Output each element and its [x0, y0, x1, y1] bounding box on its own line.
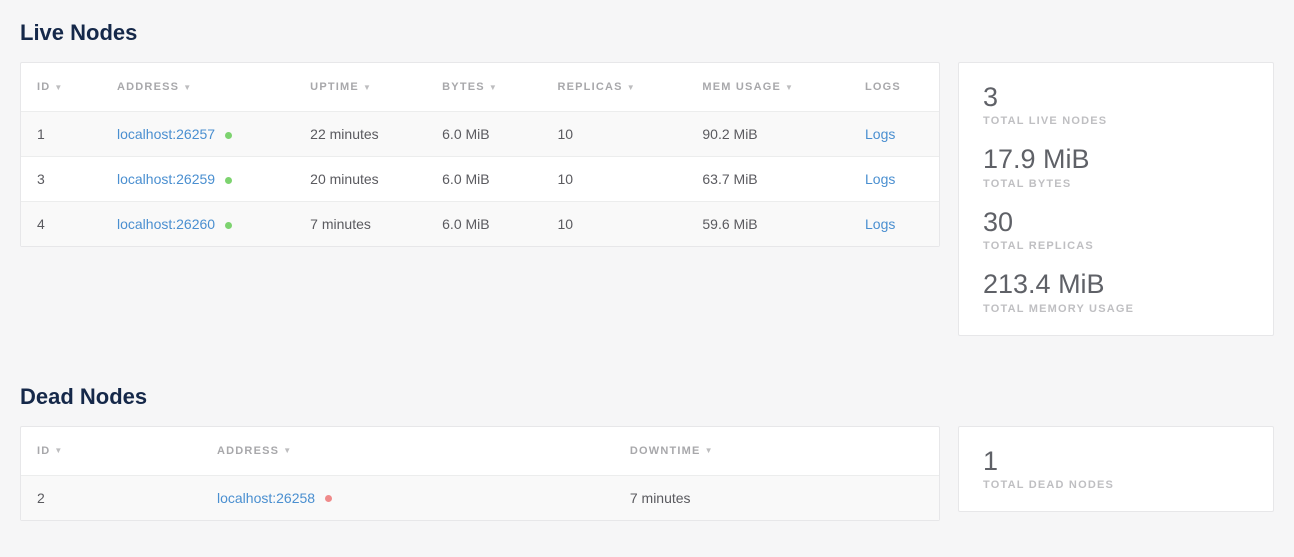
- address-link[interactable]: localhost:26257: [117, 126, 215, 142]
- col-header-id-label: ID: [37, 81, 50, 93]
- cell-bytes: 6.0 MiB: [426, 112, 541, 157]
- cell-id: 3: [21, 157, 101, 202]
- col-header-uptime[interactable]: UPTIME ▼: [294, 63, 426, 112]
- address-link[interactable]: localhost:26259: [117, 171, 215, 187]
- cell-bytes: 6.0 MiB: [426, 202, 541, 247]
- total-mem-label: TOTAL MEMORY USAGE: [983, 303, 1249, 315]
- total-live-nodes-value: 3: [983, 81, 1249, 113]
- status-dot-icon: [225, 222, 232, 229]
- col-header-mem[interactable]: MEM USAGE ▼: [686, 63, 849, 112]
- table-row: 3 localhost:26259 20 minutes 6.0 MiB 10 …: [21, 157, 939, 202]
- col-header-address[interactable]: ADDRESS ▼: [101, 63, 294, 112]
- live-summary-panel: 3 TOTAL LIVE NODES 17.9 MiB TOTAL BYTES …: [958, 62, 1274, 336]
- table-row: 2 localhost:26258 7 minutes: [21, 475, 939, 520]
- col-header-address-label: ADDRESS: [117, 81, 179, 93]
- cell-logs: Logs: [849, 157, 939, 202]
- cell-address: localhost:26259: [101, 157, 294, 202]
- col-header-mem-label: MEM USAGE: [702, 81, 781, 93]
- sort-down-icon: ▼: [627, 83, 636, 92]
- status-dot-icon: [225, 177, 232, 184]
- cell-bytes: 6.0 MiB: [426, 157, 541, 202]
- cell-mem: 90.2 MiB: [686, 112, 849, 157]
- col-header-bytes-label: BYTES: [442, 81, 485, 93]
- total-bytes-label: TOTAL BYTES: [983, 178, 1249, 190]
- col-header-id-label: ID: [37, 445, 50, 457]
- dead-nodes-heading: Dead Nodes: [20, 384, 1274, 410]
- status-dot-icon: [225, 132, 232, 139]
- cell-mem: 59.6 MiB: [686, 202, 849, 247]
- cell-address: localhost:26257: [101, 112, 294, 157]
- cell-downtime: 7 minutes: [614, 475, 939, 520]
- col-header-logs: LOGS: [849, 63, 939, 112]
- cell-replicas: 10: [541, 112, 686, 157]
- dead-nodes-section: ID ▼ ADDRESS ▼ DOWNTIME ▼ 2 localhost:26258…: [20, 426, 1274, 521]
- total-replicas-label: TOTAL REPLICAS: [983, 240, 1249, 252]
- sort-down-icon: ▼: [785, 83, 794, 92]
- live-nodes-table: ID ▼ ADDRESS ▼ UPTIME ▼ BYTES ▼ REPLICAS ▼ ME…: [20, 62, 940, 247]
- col-header-bytes[interactable]: BYTES ▼: [426, 63, 541, 112]
- sort-down-icon: ▼: [705, 446, 714, 455]
- sort-down-icon: ▼: [363, 83, 372, 92]
- live-nodes-heading: Live Nodes: [20, 20, 1274, 46]
- sort-down-icon: ▼: [54, 83, 63, 92]
- dead-summary-panel: 1 TOTAL DEAD NODES: [958, 426, 1274, 512]
- col-header-logs-label: LOGS: [865, 81, 901, 93]
- total-dead-nodes-value: 1: [983, 445, 1249, 477]
- total-dead-nodes-label: TOTAL DEAD NODES: [983, 479, 1249, 491]
- col-header-id[interactable]: ID ▼: [21, 63, 101, 112]
- cell-logs: Logs: [849, 112, 939, 157]
- col-header-downtime[interactable]: DOWNTIME ▼: [614, 427, 939, 476]
- total-bytes-value: 17.9 MiB: [983, 143, 1249, 175]
- logs-link[interactable]: Logs: [865, 171, 895, 187]
- sort-down-icon: ▼: [183, 83, 192, 92]
- cell-uptime: 20 minutes: [294, 157, 426, 202]
- total-mem-value: 213.4 MiB: [983, 268, 1249, 300]
- status-dot-icon: [325, 495, 332, 502]
- cell-logs: Logs: [849, 202, 939, 247]
- col-header-address-label: ADDRESS: [217, 445, 279, 457]
- dead-nodes-table: ID ▼ ADDRESS ▼ DOWNTIME ▼ 2 localhost:26258…: [20, 426, 940, 521]
- col-header-uptime-label: UPTIME: [310, 81, 359, 93]
- cell-uptime: 22 minutes: [294, 112, 426, 157]
- address-link[interactable]: localhost:26258: [217, 490, 315, 506]
- col-header-replicas[interactable]: REPLICAS ▼: [541, 63, 686, 112]
- col-header-downtime-label: DOWNTIME: [630, 445, 701, 457]
- cell-mem: 63.7 MiB: [686, 157, 849, 202]
- col-header-replicas-label: REPLICAS: [557, 81, 622, 93]
- logs-link[interactable]: Logs: [865, 216, 895, 232]
- cell-replicas: 10: [541, 202, 686, 247]
- col-header-address[interactable]: ADDRESS ▼: [201, 427, 614, 476]
- cell-address: localhost:26258: [201, 475, 614, 520]
- cell-id: 1: [21, 112, 101, 157]
- col-header-id[interactable]: ID ▼: [21, 427, 201, 476]
- total-replicas-value: 30: [983, 206, 1249, 238]
- cell-address: localhost:26260: [101, 202, 294, 247]
- sort-down-icon: ▼: [54, 446, 63, 455]
- address-link[interactable]: localhost:26260: [117, 216, 215, 232]
- sort-down-icon: ▼: [489, 83, 498, 92]
- cell-uptime: 7 minutes: [294, 202, 426, 247]
- sort-down-icon: ▼: [283, 446, 292, 455]
- total-live-nodes-label: TOTAL LIVE NODES: [983, 115, 1249, 127]
- table-row: 1 localhost:26257 22 minutes 6.0 MiB 10 …: [21, 112, 939, 157]
- cell-id: 2: [21, 475, 201, 520]
- cell-replicas: 10: [541, 157, 686, 202]
- logs-link[interactable]: Logs: [865, 126, 895, 142]
- table-row: 4 localhost:26260 7 minutes 6.0 MiB 10 5…: [21, 202, 939, 247]
- live-nodes-section: ID ▼ ADDRESS ▼ UPTIME ▼ BYTES ▼ REPLICAS ▼ ME…: [20, 62, 1274, 336]
- cell-id: 4: [21, 202, 101, 247]
